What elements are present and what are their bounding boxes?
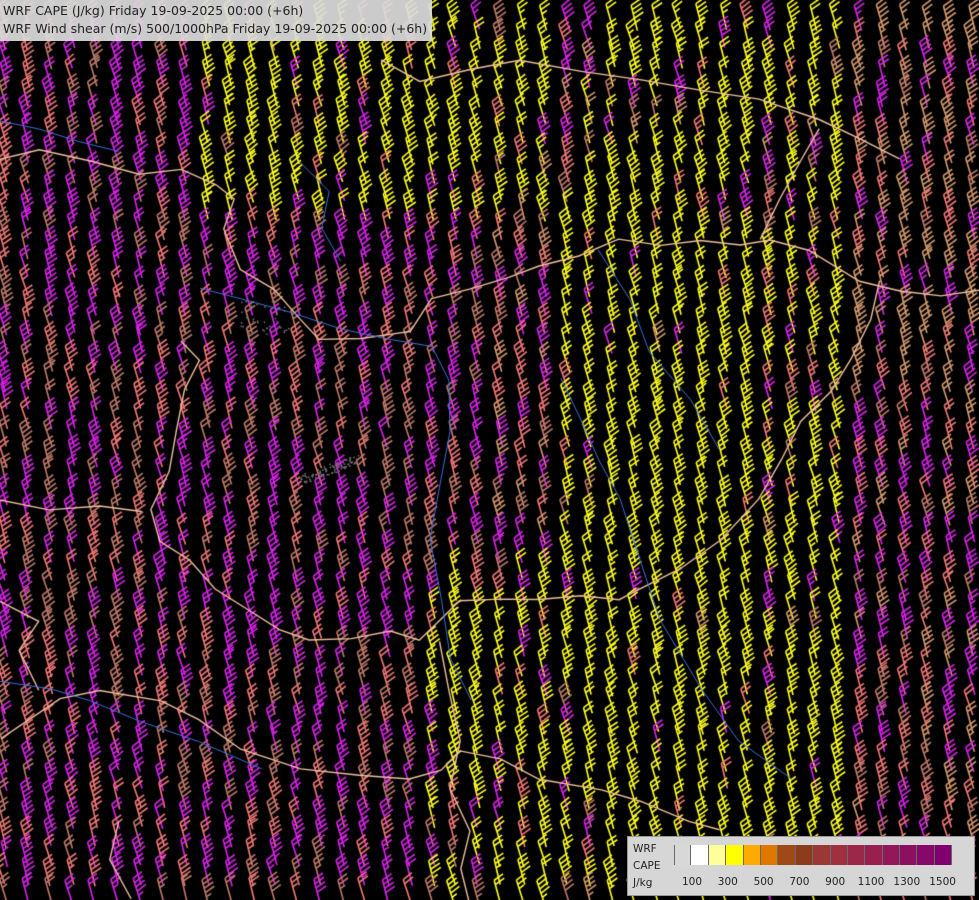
legend-swatch	[691, 845, 709, 865]
wind-barb-map	[0, 0, 979, 900]
cape-legend: WRF CAPE J/kg 100 300 500 700 900 1100 1300 150…	[627, 836, 975, 896]
legend-tick-label: 1500	[929, 876, 956, 888]
legend-swatch	[847, 845, 866, 865]
legend-tick-label: 1300	[893, 876, 921, 888]
legend-swatch	[882, 845, 901, 865]
legend-color-scale	[674, 845, 953, 865]
legend-swatch	[708, 845, 727, 865]
legend-swatch	[813, 845, 831, 865]
legend-tick-label: 300	[717, 876, 738, 888]
legend-swatch	[778, 845, 796, 865]
legend-swatch	[760, 845, 779, 865]
legend-model-label: WRF	[633, 843, 657, 855]
legend-tick-label: 900	[825, 876, 846, 888]
legend-swatch	[917, 845, 935, 865]
legend-swatch	[900, 845, 918, 865]
legend-tick-label: 1100	[857, 876, 885, 888]
title-wind-shear: WRF Wind shear (m/s) 500/1000hPa Friday …	[3, 21, 428, 36]
legend-swatch	[865, 845, 883, 865]
title-cape: WRF CAPE (J/kg) Friday 19-09-2025 00:00 …	[3, 3, 304, 18]
legend-swatch	[830, 845, 848, 865]
legend-unit-label: J/kg	[633, 877, 653, 889]
legend-swatch	[795, 845, 814, 865]
legend-tick-label: 500	[753, 876, 774, 888]
legend-swatch	[934, 845, 953, 865]
legend-swatch	[726, 845, 744, 865]
map-title-box: WRF CAPE (J/kg) Friday 19-09-2025 00:00 …	[0, 0, 433, 41]
legend-tick-label: 100	[681, 876, 703, 888]
legend-field-label: CAPE	[633, 860, 661, 872]
legend-swatch	[743, 845, 761, 865]
legend-swatch	[674, 845, 692, 865]
legend-tick-label: 700	[789, 876, 810, 888]
